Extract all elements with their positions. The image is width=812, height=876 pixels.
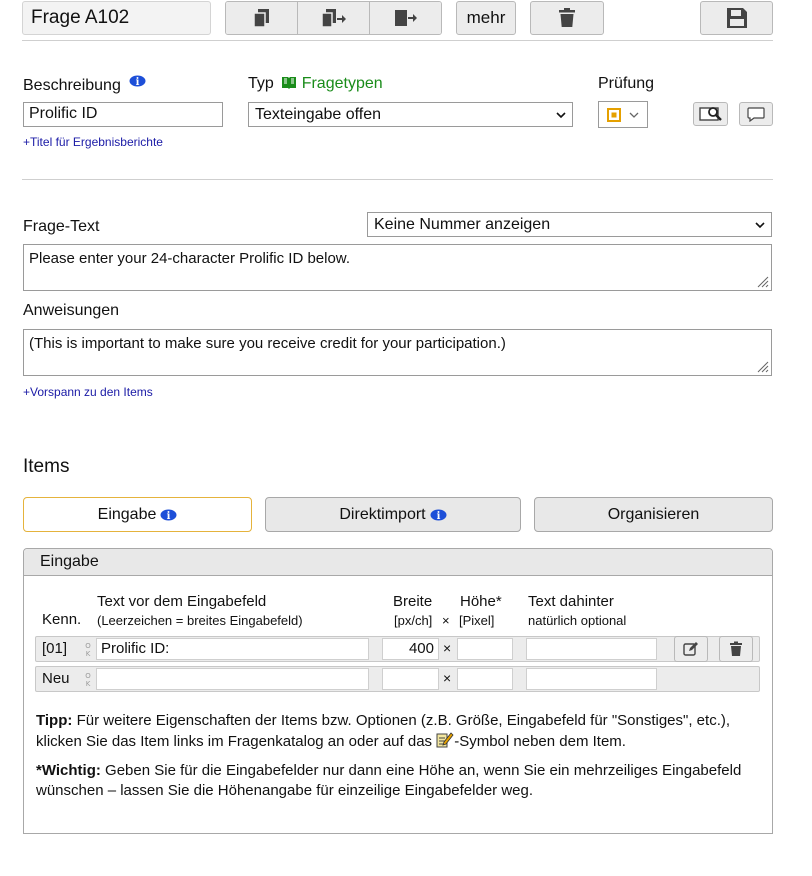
move-button[interactable]: [370, 2, 441, 34]
resize-grip-icon[interactable]: [755, 359, 769, 373]
item-text-before-input[interactable]: Prolific ID:: [96, 638, 369, 660]
divider: [22, 40, 773, 41]
trash-icon: [559, 8, 575, 27]
svg-text:K: K: [86, 650, 91, 658]
divider: [22, 179, 773, 180]
info-icon[interactable]: i: [129, 75, 146, 87]
book-icon: [282, 77, 297, 89]
copy-move-button-group: [225, 1, 442, 35]
col-height-sub: [Pixel]: [459, 613, 495, 628]
numbering-select[interactable]: Keine Nummer anzeigen: [367, 212, 772, 237]
svg-text:K: K: [86, 680, 91, 688]
new-item-text-after-input[interactable]: [526, 668, 657, 690]
chevron-down-icon: [755, 221, 765, 228]
new-item-text-before-input[interactable]: [96, 668, 369, 690]
question-text-value: Please enter your 24-character Prolific …: [29, 250, 350, 267]
col-width: Breite: [393, 593, 433, 610]
times-sign: ×: [443, 640, 452, 656]
col-height: Höhe*: [460, 593, 502, 610]
more-button[interactable]: mehr: [456, 1, 516, 35]
instructions-value: (This is important to make sure you rece…: [29, 335, 506, 352]
tab-eingabe[interactable]: Eingabe i: [23, 497, 252, 532]
check-label: Prüfung: [598, 75, 655, 92]
important-text: *Wichtig: Geben Sie für die Eingabefelde…: [36, 762, 742, 799]
col-text-after-sub: natürlich optional: [528, 613, 627, 628]
check-select[interactable]: [598, 101, 648, 128]
item-text-after-input[interactable]: [526, 638, 657, 660]
tab-organisieren[interactable]: Organisieren: [534, 497, 773, 532]
item-kenn: [01]: [42, 640, 68, 657]
instructions-label: Anweisungen: [23, 302, 120, 319]
question-title: Frage A102: [22, 1, 211, 35]
info-icon[interactable]: i: [160, 509, 177, 521]
description-label: Beschreibung i: [23, 75, 146, 95]
col-times: ×: [442, 613, 450, 628]
svg-text:i: i: [436, 511, 440, 521]
svg-text:O: O: [85, 672, 91, 680]
item-row-new: Neu O K ×: [35, 666, 760, 692]
ok-mark-icon: O K: [85, 642, 91, 658]
type-label-row: Typ Fragetypen: [248, 75, 383, 92]
preview-button[interactable]: [693, 102, 728, 126]
delete-question-button[interactable]: [530, 1, 604, 35]
copy-move-icon: [320, 9, 346, 28]
new-item-width-input[interactable]: [382, 668, 439, 690]
preface-link[interactable]: +Vorspann zu den Items: [23, 385, 153, 399]
svg-text:i: i: [167, 511, 171, 521]
col-kenn: Kenn.: [42, 611, 82, 628]
description-input[interactable]: Prolific ID: [23, 102, 223, 127]
results-title-link[interactable]: +Titel für Ergebnisberichte: [23, 135, 163, 149]
trash-icon: [730, 641, 742, 656]
numbering-select-value: Keine Nummer anzeigen: [374, 215, 551, 233]
check-style-icon: [607, 107, 621, 122]
info-icon[interactable]: i: [430, 509, 447, 521]
item-kenn: Neu: [42, 670, 70, 687]
question-types-link[interactable]: Fragetypen: [302, 75, 383, 92]
items-heading: Items: [23, 456, 70, 477]
question-text-label: Frage-Text: [23, 218, 100, 235]
item-height-input[interactable]: [457, 638, 513, 660]
pencil-list-icon: [436, 732, 454, 748]
col-text-after: Text dahinter: [528, 593, 614, 610]
col-text-before: Text vor dem Eingabefeld: [97, 593, 267, 610]
type-select-value: Texteingabe offen: [255, 105, 382, 123]
save-button[interactable]: [700, 1, 773, 35]
svg-text:i: i: [136, 77, 140, 87]
new-item-height-input[interactable]: [457, 668, 513, 690]
edit-item-button[interactable]: [674, 636, 708, 662]
comment-button[interactable]: [739, 102, 773, 126]
svg-text:O: O: [85, 642, 91, 650]
col-width-sub: [px/ch]: [394, 613, 433, 628]
edit-icon: [683, 642, 698, 656]
chevron-down-icon: [629, 112, 639, 118]
copy-icon: [252, 9, 269, 28]
comment-icon: [747, 106, 765, 122]
move-icon: [394, 10, 417, 26]
tab-direktimport[interactable]: Direktimport i: [265, 497, 521, 532]
question-text-area[interactable]: Please enter your 24-character Prolific …: [23, 244, 772, 291]
save-icon: [726, 8, 747, 28]
item-width-input[interactable]: 400: [382, 638, 439, 660]
times-sign: ×: [443, 670, 452, 686]
type-select[interactable]: Texteingabe offen: [248, 102, 573, 127]
instructions-area[interactable]: (This is important to make sure you rece…: [23, 329, 772, 376]
delete-item-button[interactable]: [719, 636, 753, 662]
resize-grip-icon[interactable]: [755, 274, 769, 288]
col-text-before-sub: (Leerzeichen = breites Eingabefeld): [97, 613, 303, 628]
ok-mark-icon: O K: [85, 672, 91, 688]
tip-text: Tipp: Für weitere Eigenschaften der Item…: [36, 712, 731, 750]
preview-search-icon: [698, 107, 722, 121]
copy-button[interactable]: [226, 2, 298, 34]
copy-to-button[interactable]: [298, 2, 370, 34]
item-row: [01] O K Prolific ID: 400 ×: [35, 636, 760, 662]
items-input-panel: Eingabe Kenn. Text vor dem Eingabefeld (…: [23, 548, 773, 834]
panel-title: Eingabe: [24, 549, 772, 576]
chevron-down-icon: [556, 111, 566, 118]
